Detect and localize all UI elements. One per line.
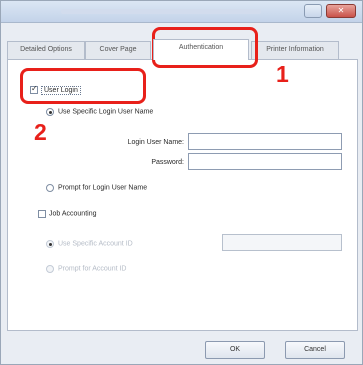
specific-account-row: Use Specific Account ID [46,240,133,248]
callout-number-1: 1 [276,61,289,87]
callout-number-2: 2 [34,119,47,145]
job-accounting-label: Job Accounting [49,210,97,218]
tab-cover-page[interactable]: Cover Page [85,41,151,59]
tab-authentication[interactable]: Authentication [153,39,249,60]
account-id-field [222,234,342,251]
prompt-login-row[interactable]: Prompt for Login User Name [46,184,147,192]
title-bar [1,1,362,23]
tab-detailed-options[interactable]: Detailed Options [7,41,85,59]
specific-account-label: Use Specific Account ID [58,240,133,248]
specific-login-radio[interactable] [46,108,54,116]
prompt-account-row: Prompt for Account ID [46,265,126,273]
prompt-account-label: Prompt for Account ID [58,265,127,273]
title-text-placeholder [61,9,261,14]
prompt-login-label: Prompt for Login User Name [58,184,148,192]
help-button[interactable] [304,4,322,18]
ok-button[interactable]: OK [205,341,265,359]
callout-box-user-login [20,68,146,104]
tab-printer-information[interactable]: Printer Information [251,41,339,59]
job-accounting-row[interactable]: Job Accounting [38,210,96,218]
specific-account-radio [46,240,54,248]
specific-login-label: Use Specific Login User Name [58,108,154,116]
login-user-name-label: Login User Name: [127,139,184,146]
cancel-button[interactable]: Cancel [285,341,345,359]
login-user-name-field[interactable] [188,133,342,150]
close-button[interactable] [326,4,356,18]
dialog-window: Detailed Options Cover Page Authenticati… [0,0,363,365]
password-field[interactable] [188,153,342,170]
password-label: Password: [151,159,184,166]
prompt-account-radio [46,265,54,273]
job-accounting-checkbox[interactable] [38,210,46,218]
specific-login-row[interactable]: Use Specific Login User Name [46,108,153,116]
prompt-login-radio[interactable] [46,184,54,192]
tab-strip: Detailed Options Cover Page Authenticati… [7,39,358,60]
